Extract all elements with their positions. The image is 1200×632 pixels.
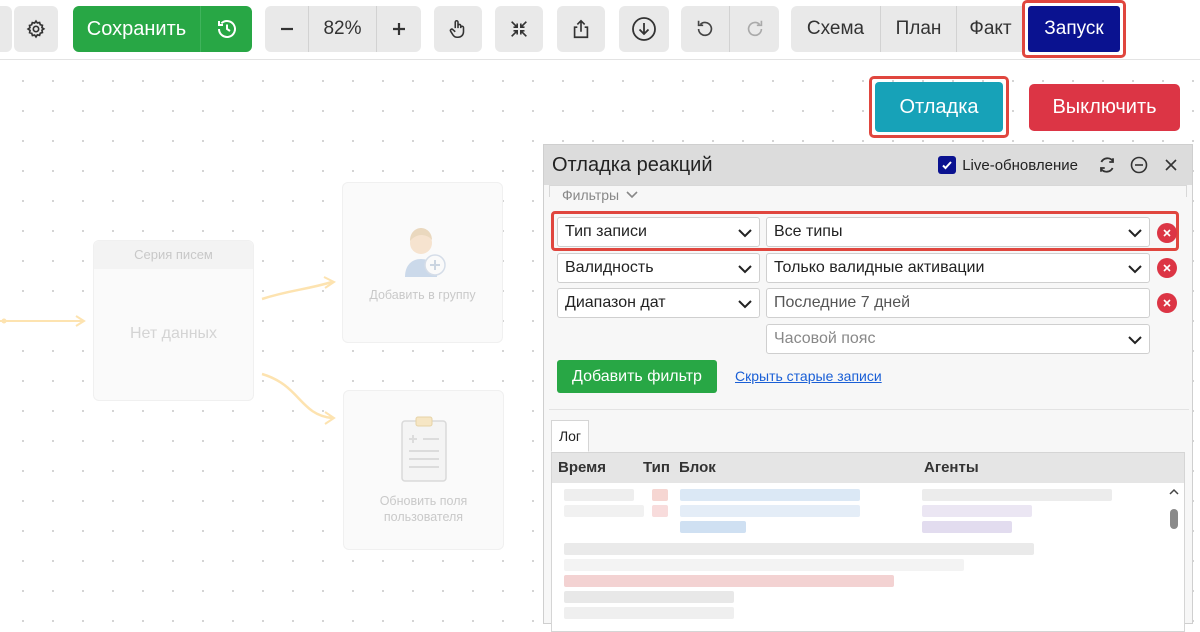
hide-old-records-link[interactable]: Скрыть старые записи xyxy=(735,368,882,384)
email-series-node[interactable]: Серия писем Нет данных xyxy=(93,240,254,401)
panel-title: Отладка реакций xyxy=(552,153,713,176)
chevron-down-icon xyxy=(738,265,752,274)
chevron-down-icon xyxy=(1128,229,1142,238)
redo-button[interactable] xyxy=(730,6,779,52)
chevron-down-icon xyxy=(738,300,752,309)
tab-schema[interactable]: Схема xyxy=(791,6,881,52)
filters-label: Фильтры xyxy=(562,187,620,203)
blurred-cell xyxy=(922,521,1012,533)
filters-toggle[interactable]: Фильтры xyxy=(556,187,646,203)
remove-filter-button[interactable] xyxy=(1157,293,1177,313)
node-title: Серия писем xyxy=(94,241,253,269)
blurred-cell xyxy=(652,505,668,517)
column-agents: Агенты xyxy=(924,459,979,476)
debug-reactions-panel: Отладка реакций Live-обновление Фильтры xyxy=(543,144,1193,632)
chevron-down-icon xyxy=(738,229,752,238)
timezone-select[interactable]: Часовой пояс xyxy=(766,324,1150,354)
blurred-cell xyxy=(564,489,634,501)
filter-field-select[interactable]: Тип записи xyxy=(557,217,760,247)
filter-value: Только валидные активации xyxy=(774,259,985,276)
filter-field-select[interactable]: Диапазон дат xyxy=(557,288,760,318)
debug-button-highlight: Отладка xyxy=(869,76,1009,138)
filter-field-value: Валидность xyxy=(565,259,654,276)
column-type: Тип xyxy=(643,459,670,476)
filter-value-select[interactable]: Только валидные активации xyxy=(766,253,1150,283)
blurred-cell xyxy=(564,591,734,603)
remove-filter-button[interactable] xyxy=(1157,258,1177,278)
minus-circle-icon xyxy=(1130,156,1148,174)
timezone-placeholder: Часовой пояс xyxy=(774,330,876,347)
tab-fact[interactable]: Факт xyxy=(957,6,1024,52)
live-update-label: Live-обновление xyxy=(962,156,1078,174)
panel-header: Отладка реакций Live-обновление xyxy=(544,145,1192,185)
filter-value-select[interactable]: Все типы xyxy=(766,217,1150,247)
filter-value: Последние 7 дней xyxy=(774,294,911,311)
divider xyxy=(549,409,1189,410)
filter-value: Все типы xyxy=(774,223,843,240)
blurred-cell xyxy=(564,559,964,571)
debug-button[interactable]: Отладка xyxy=(875,82,1003,132)
refresh-button[interactable] xyxy=(1094,152,1120,178)
checkmark-icon xyxy=(942,161,952,170)
blurred-cell xyxy=(922,505,1032,517)
tab-launch[interactable]: Запуск xyxy=(1028,6,1120,52)
blurred-cell xyxy=(680,489,860,501)
log-table: Время Тип Блок Агенты xyxy=(551,452,1185,632)
user-add-icon xyxy=(343,221,502,281)
filter-field-value: Диапазон дат xyxy=(565,294,666,311)
close-icon xyxy=(1163,229,1171,237)
tab-log[interactable]: Лог xyxy=(551,420,589,452)
node-empty-text: Нет данных xyxy=(129,325,218,342)
blurred-cell xyxy=(680,505,860,517)
blurred-cell xyxy=(680,521,746,533)
add-to-group-node[interactable]: Добавить в группу xyxy=(342,182,503,343)
chevron-down-icon xyxy=(1128,265,1142,274)
remove-filter-button[interactable] xyxy=(1157,223,1177,243)
share-upload-icon xyxy=(573,19,589,39)
column-time: Время xyxy=(558,459,606,476)
blurred-cell xyxy=(564,575,894,587)
log-table-header: Время Тип Блок Агенты xyxy=(552,453,1184,483)
chevron-down-icon xyxy=(1128,336,1142,345)
close-icon xyxy=(1163,264,1171,272)
log-scrollbar[interactable] xyxy=(1168,487,1180,631)
mode-tabs: Схема План Факт xyxy=(791,6,1024,52)
add-filter-button[interactable]: Добавить фильтр xyxy=(557,360,717,393)
filter-field-select[interactable]: Валидность xyxy=(557,253,760,283)
blurred-cell xyxy=(564,543,1034,555)
live-update-checkbox[interactable] xyxy=(938,156,957,174)
close-icon xyxy=(1165,159,1177,171)
undo-redo-group xyxy=(681,6,779,52)
undo-icon xyxy=(697,20,713,37)
node-label: Добавить в группу xyxy=(369,288,476,302)
column-block: Блок xyxy=(679,459,716,476)
node-label: Обновить поля пользователя xyxy=(379,494,468,524)
update-user-fields-node[interactable]: Обновить поля пользователя xyxy=(343,390,504,550)
blurred-cell xyxy=(922,489,1112,501)
redo-icon xyxy=(747,20,762,37)
download-button[interactable] xyxy=(619,6,669,52)
close-icon xyxy=(1163,299,1171,307)
blurred-cell xyxy=(652,489,668,501)
minimize-button[interactable] xyxy=(1126,152,1152,178)
close-panel-button[interactable] xyxy=(1158,152,1184,178)
turn-off-button[interactable]: Выключить xyxy=(1029,84,1180,131)
filter-field-value: Тип записи xyxy=(565,223,647,240)
live-update-toggle[interactable]: Live-обновление xyxy=(938,156,1078,174)
download-circle-icon xyxy=(632,17,656,41)
blurred-cell xyxy=(564,505,644,517)
date-range-input[interactable]: Последние 7 дней xyxy=(766,288,1150,318)
tab-plan[interactable]: План xyxy=(881,6,957,52)
launch-tab-highlight: Запуск xyxy=(1022,0,1126,58)
refresh-icon xyxy=(1100,157,1114,173)
chevron-down-icon xyxy=(626,191,638,199)
clipboard-form-icon xyxy=(344,415,503,485)
blurred-cell xyxy=(564,607,734,619)
export-button[interactable] xyxy=(557,6,605,52)
undo-button[interactable] xyxy=(681,6,730,52)
